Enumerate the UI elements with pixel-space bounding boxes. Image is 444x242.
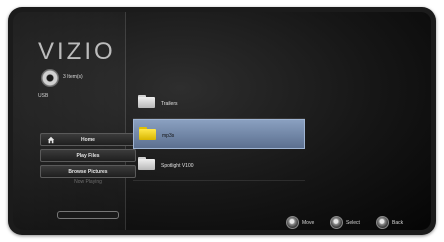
move-button-icon — [286, 216, 299, 229]
select-button-icon — [330, 216, 343, 229]
item-count: 3 Item(s) — [63, 74, 83, 80]
folder-icon — [138, 95, 155, 108]
play-files-button[interactable]: Play Files — [40, 149, 136, 162]
home-button-label: Home — [81, 136, 95, 143]
browse-pictures-button[interactable]: Browse Pictures — [40, 165, 136, 178]
sidebar-scrollbar[interactable] — [57, 211, 119, 219]
now-playing-label: Now Playing — [74, 179, 102, 185]
hint-back-label: Back — [392, 219, 404, 226]
file-row-mp3s[interactable]: mp3s — [133, 119, 305, 149]
hint-back: Back — [376, 216, 403, 229]
hint-select-label: Select — [346, 219, 360, 226]
file-row-spotlight[interactable]: Spotlight V100 — [133, 150, 305, 181]
tv-screen: VIZIO 3 Item(s) USB Home Play Files Brow… — [13, 12, 431, 230]
sidebar: VIZIO 3 Item(s) USB Home Play Files Brow… — [13, 12, 136, 230]
media-disc-icon — [41, 69, 59, 87]
browse-pictures-label: Browse Pictures — [68, 168, 108, 175]
file-row-trailers[interactable]: Trailers — [133, 88, 305, 119]
home-button[interactable]: Home — [40, 133, 136, 146]
file-name: mp3s — [162, 133, 175, 139]
file-name: Spotlight V100 — [161, 163, 194, 169]
hint-move-label: Move — [302, 219, 315, 226]
source-label: USB — [38, 93, 49, 99]
brand-logo: VIZIO — [38, 38, 116, 65]
folder-icon — [139, 127, 156, 140]
file-name: Trailers — [161, 101, 178, 107]
hint-move: Move — [286, 216, 314, 229]
folder-icon — [138, 157, 155, 170]
play-files-label: Play Files — [76, 152, 100, 159]
hint-select: Select — [330, 216, 360, 229]
home-icon — [47, 136, 55, 144]
tv-frame: VIZIO 3 Item(s) USB Home Play Files Brow… — [8, 7, 436, 235]
back-button-icon — [376, 216, 389, 229]
